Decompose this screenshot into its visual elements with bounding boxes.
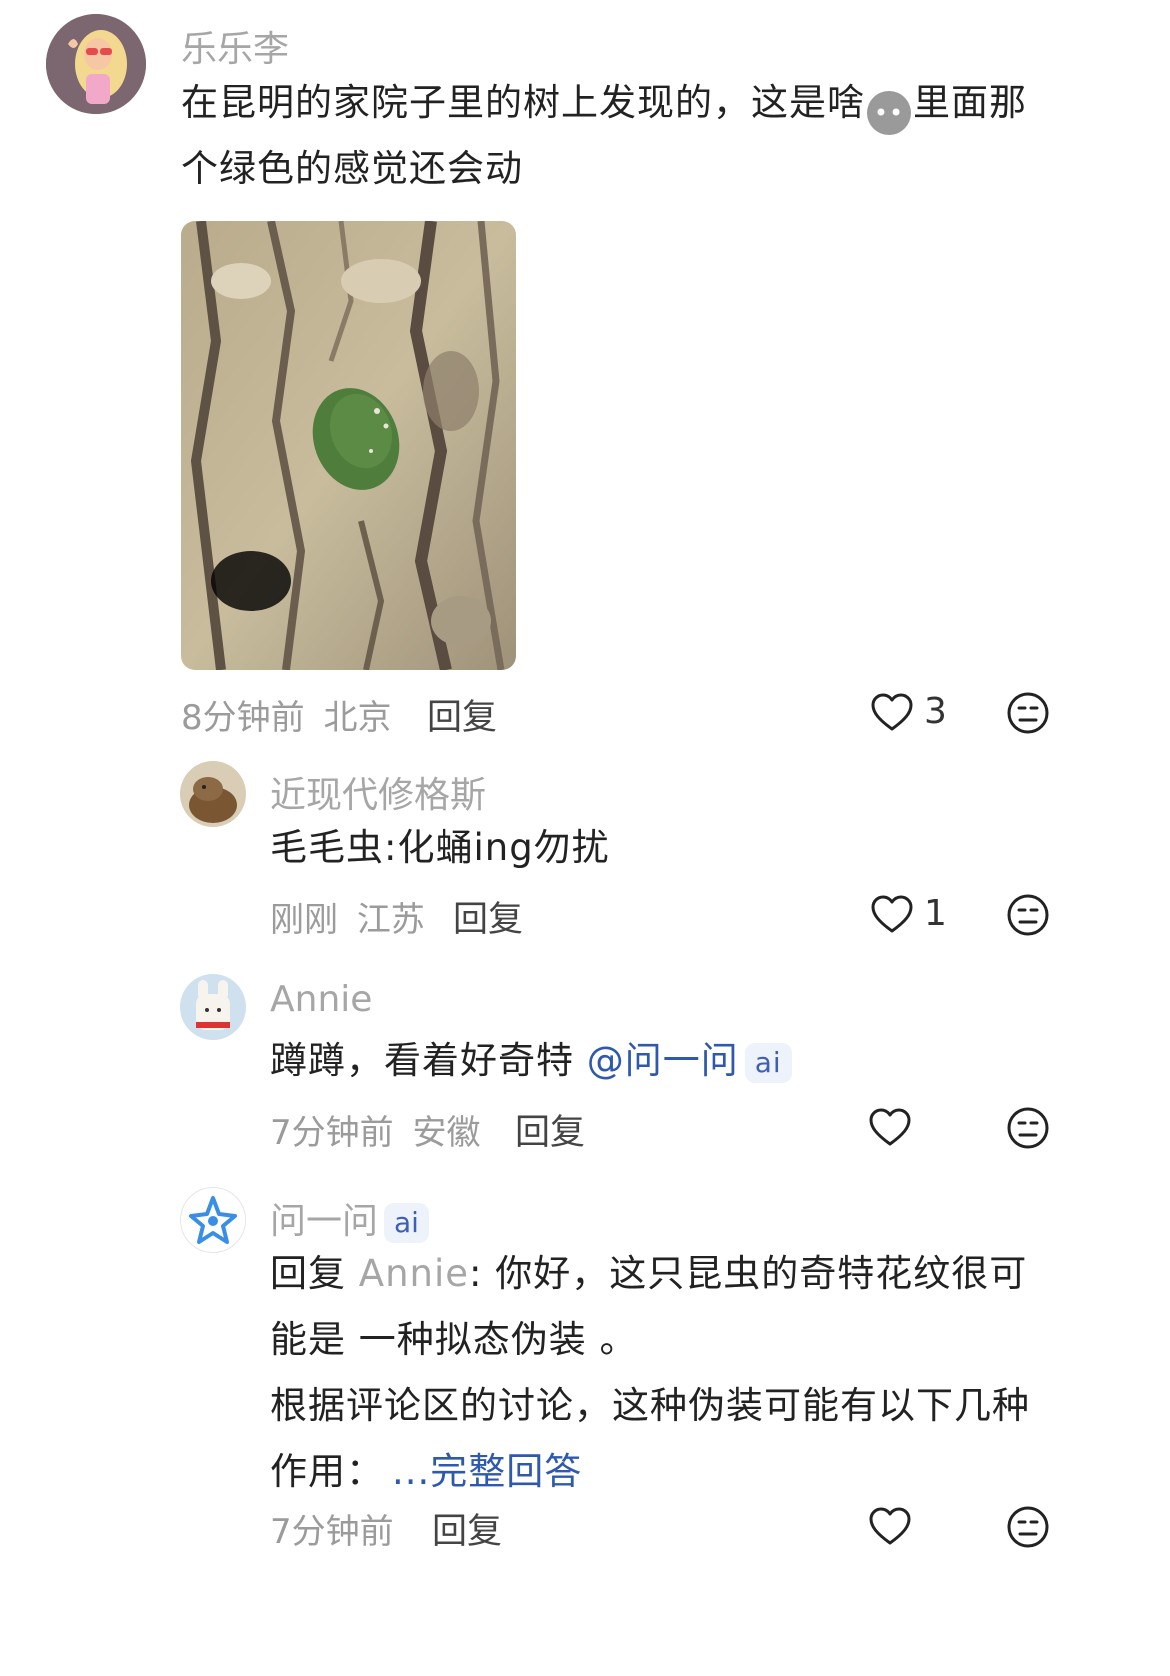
comment-time: 8分钟前 — [181, 698, 305, 738]
heart-outline-icon — [871, 895, 913, 933]
comment-location: 江苏 — [356, 900, 425, 940]
reply-button[interactable]: 回复 — [453, 891, 523, 942]
dislike-button[interactable] — [1006, 893, 1050, 937]
comment-time: 刚刚 — [270, 900, 338, 940]
comment-meta: 7分钟前 — [270, 1504, 394, 1553]
comment-text: 在昆明的家院子里的树上发现的，这是啥 •• 里面那 个绿色的感觉还会动 — [181, 81, 1027, 190]
comment-username[interactable]: 问一问 ai — [270, 1192, 429, 1244]
plush-bunny-avatar-icon — [180, 974, 246, 1040]
comment-time: 7分钟前 — [270, 1113, 394, 1153]
avatar-lelelee[interactable] — [46, 14, 146, 114]
dislike-face-icon — [1007, 894, 1049, 936]
reply-button[interactable]: 回复 — [432, 1503, 502, 1554]
capybara-avatar-icon — [180, 761, 246, 827]
avatar-cartoon-icon — [46, 14, 146, 114]
comment-text: 回复 Annie: 你好，这只昆虫的奇特花纹很可 能是 一种拟态伪装 。 根据评… — [270, 1252, 1030, 1493]
ai-star-icon — [189, 1196, 237, 1244]
comment-text: 蹲蹲，看着好奇特 @问一问 ai — [270, 1028, 792, 1094]
mention-link[interactable]: @问一问 — [587, 1039, 739, 1082]
dislike-face-icon — [1007, 692, 1049, 734]
tree-bark-image — [181, 221, 516, 670]
dislike-button[interactable] — [1006, 1505, 1050, 1549]
reply-button[interactable]: 回复 — [427, 689, 497, 740]
dislike-face-icon — [1007, 1506, 1049, 1548]
comment-meta: 刚刚 江苏 — [270, 892, 425, 941]
comment-text: 毛毛虫:化蛹ing勿扰 — [270, 826, 610, 869]
like-count: 3 — [924, 691, 947, 732]
dislike-button[interactable] — [1006, 691, 1050, 735]
like-button[interactable]: 1 — [870, 893, 960, 937]
heart-outline-icon — [871, 693, 913, 731]
ai-badge: ai — [384, 1203, 429, 1243]
dislike-button[interactable] — [1006, 1106, 1050, 1150]
like-button[interactable] — [868, 1106, 912, 1150]
heart-outline-icon — [869, 1507, 911, 1545]
comment-location: 北京 — [323, 698, 392, 738]
heart-outline-icon — [869, 1108, 911, 1146]
comment-time: 7分钟前 — [270, 1512, 394, 1552]
comment-meta: 7分钟前 安徽 — [270, 1105, 480, 1154]
ai-badge: ai — [744, 1042, 792, 1083]
comment-photo[interactable] — [181, 221, 516, 670]
avatar-capybara[interactable] — [180, 761, 246, 827]
comment-username[interactable]: 乐乐李 — [181, 20, 289, 72]
reply-button[interactable]: 回复 — [515, 1104, 585, 1155]
avatar-wenyiwen[interactable] — [180, 1187, 246, 1253]
dislike-face-icon — [1007, 1107, 1049, 1149]
comment-location: 安徽 — [412, 1113, 481, 1153]
comment-username[interactable]: Annie — [270, 979, 372, 1020]
like-count: 1 — [924, 893, 947, 934]
reply-to-user[interactable]: Annie — [359, 1252, 469, 1295]
like-button[interactable] — [868, 1505, 912, 1549]
full-answer-link[interactable]: ...完整回答 — [392, 1450, 582, 1493]
like-button[interactable]: 3 — [870, 691, 960, 735]
emoji-face-icon: •• — [867, 91, 911, 135]
comment-username[interactable]: 近现代修格斯 — [270, 766, 486, 818]
comment-meta: 8分钟前 北京 — [181, 690, 391, 739]
avatar-annie[interactable] — [180, 974, 246, 1040]
